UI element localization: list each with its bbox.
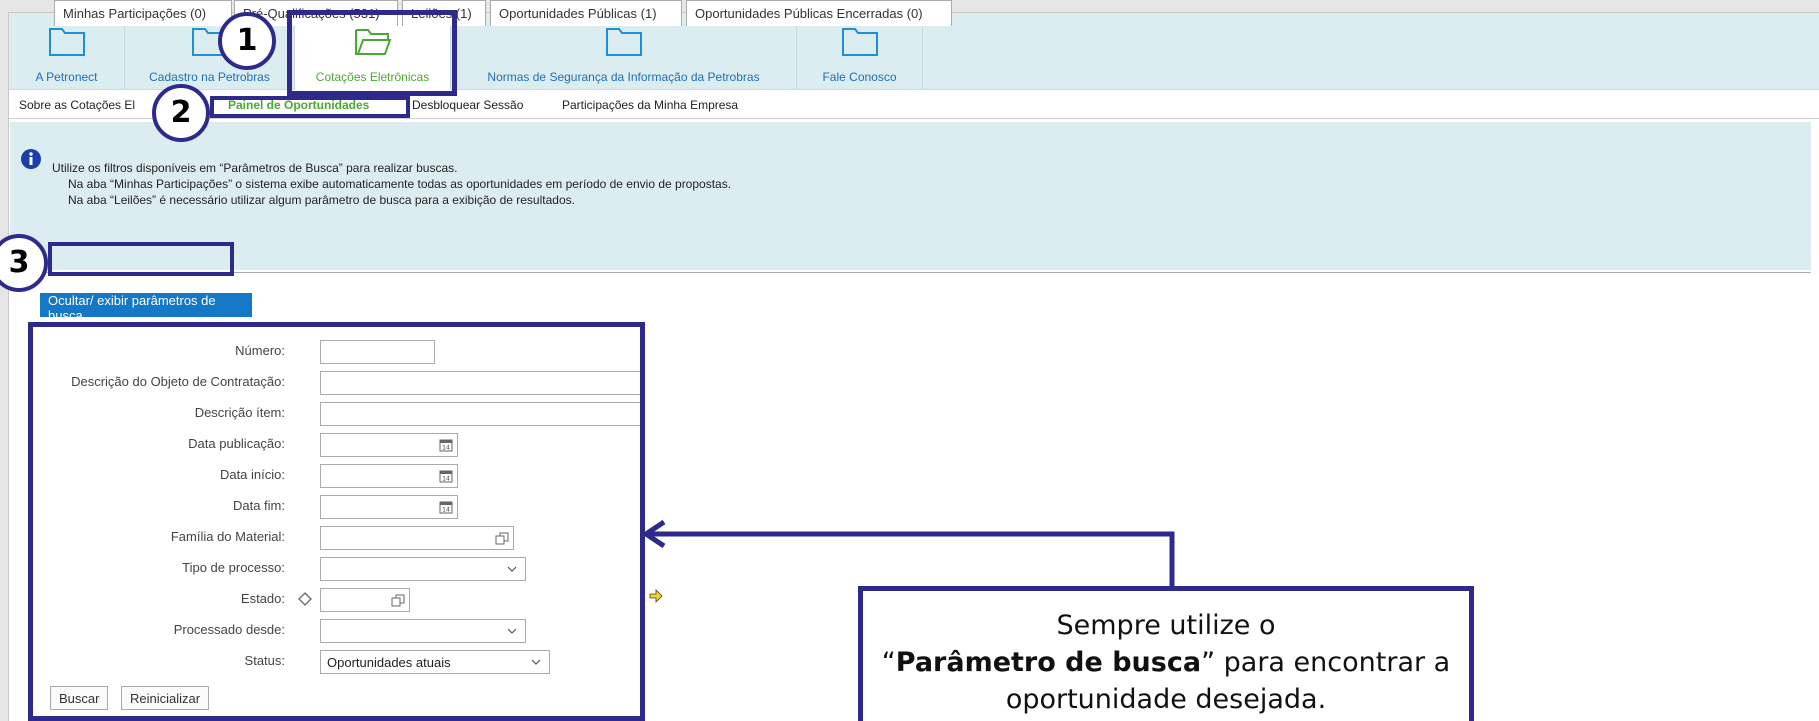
- tab-minhas-participacoes[interactable]: Minhas Participações (0): [54, 0, 232, 26]
- annotation-box-3: [48, 242, 234, 276]
- info-text: Utilize os filtros disponíveis em “Parâm…: [52, 160, 731, 208]
- annotation-badge-1: 1: [218, 12, 276, 70]
- annotation-search-panel-box: [28, 322, 645, 721]
- annotation-callout: Sempre utilize o “Parâmetro de busca” pa…: [858, 586, 1474, 721]
- nav-label: A Petronect: [35, 70, 98, 84]
- tab-oportunidades-encerradas[interactable]: Oportunidades Públicas Encerradas (0): [686, 0, 952, 26]
- callout-line: “Parâmetro de busca” para encontrar a: [863, 644, 1469, 681]
- callout-quote-open: “: [881, 647, 896, 678]
- subnav-desbloquear-sessao[interactable]: Desbloquear Sessão: [412, 98, 523, 112]
- callout-bold-text: Parâmetro de busca: [895, 647, 1202, 678]
- subnav-sobre[interactable]: Sobre as Cotações El: [19, 98, 135, 112]
- arrow-right-icon[interactable]: [648, 588, 664, 604]
- nav-label: Cadastro na Petrobras: [149, 70, 270, 84]
- folder-icon: [48, 28, 85, 56]
- folder-icon: [841, 28, 878, 56]
- callout-line: oportunidade desejada.: [1005, 684, 1327, 715]
- info-icon: [21, 149, 41, 169]
- nav-label: Normas de Segurança da Informação da Pet…: [487, 70, 760, 84]
- info-line: Utilize os filtros disponíveis em “Parâm…: [52, 161, 458, 175]
- tab-oportunidades-publicas[interactable]: Oportunidades Públicas (1): [490, 0, 682, 26]
- folder-icon: [605, 28, 642, 56]
- toggle-search-params-button[interactable]: Ocultar/ exibir parâmetros de busca: [40, 293, 252, 323]
- info-line: Na aba “Leilões” é necessário utilizar a…: [68, 193, 575, 207]
- callout-line: Sempre utilize o: [1056, 610, 1276, 641]
- nav-label: Fale Conosco: [822, 70, 897, 84]
- callout-rest-text: ” para encontrar a: [1201, 647, 1451, 678]
- info-line: Na aba “Minhas Participações” o sistema …: [68, 177, 732, 191]
- subnav-participacoes[interactable]: Participações da Minha Empresa: [562, 98, 738, 112]
- annotation-box-2: [210, 96, 410, 118]
- annotation-box-1: [287, 10, 457, 96]
- annotation-arrow: [641, 519, 1175, 588]
- annotation-badge-2: 2: [152, 84, 210, 142]
